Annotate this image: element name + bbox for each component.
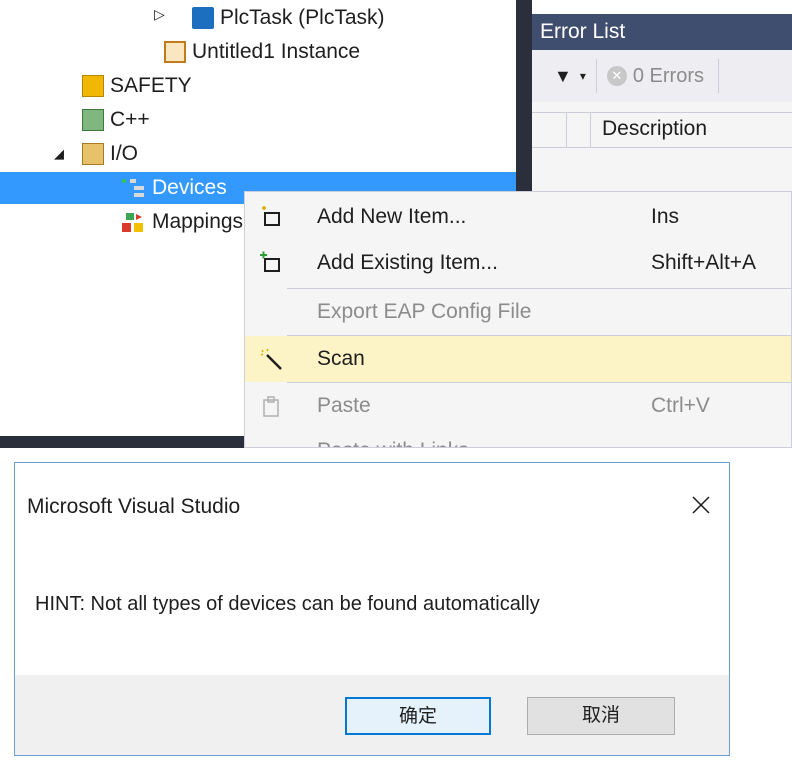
add-existing-item-icon [259, 251, 283, 275]
error-list-header: Description [532, 112, 792, 148]
menu-item-scan[interactable]: Scan [245, 336, 791, 382]
instance-icon [164, 41, 186, 63]
menu-item-export-eap-config-file[interactable]: Export EAP Config File [245, 289, 791, 335]
scan-wand-icon [259, 347, 283, 371]
cancel-button[interactable]: 取消 [527, 697, 675, 735]
menu-item-shortcut: Ctrl+V [651, 394, 710, 417]
tree-item-label: Devices [152, 176, 227, 199]
task-icon [192, 7, 214, 29]
tree-item-io[interactable]: ◢ I/O [54, 138, 138, 170]
menu-item-label: Add Existing Item... [317, 251, 498, 274]
toolbar-divider [717, 59, 719, 93]
io-icon [82, 143, 104, 165]
cpp-icon [82, 109, 104, 131]
panel-border [0, 436, 245, 448]
error-list-toolbar: ▼ ▾ ✕ 0 Errors [532, 50, 792, 102]
filter-icon[interactable]: ▼ [554, 66, 572, 87]
devices-icon [120, 177, 146, 199]
tree-item-plctask[interactable]: ▷ PlcTask (PlcTask) [152, 2, 385, 34]
menu-item-paste[interactable]: Paste Ctrl+V [245, 383, 791, 429]
tree-item-label: C++ [110, 108, 150, 131]
menu-item-shortcut: Ins [651, 205, 680, 228]
context-menu: Add New Item... Ins Add Existing Item...… [244, 191, 792, 448]
tree-item-mappings[interactable]: Mappings [120, 206, 243, 238]
error-list-title: Error List [532, 14, 792, 50]
tree-item-devices[interactable]: Devices [120, 172, 227, 204]
dialog-button-bar: 确定 取消 [15, 675, 729, 755]
menu-item-label: Paste with Links [317, 439, 469, 447]
menu-item-label: Export EAP Config File [317, 300, 532, 323]
error-list-panel: Error List ▼ ▾ ✕ 0 Errors Description [532, 14, 792, 194]
column-divider[interactable] [566, 113, 567, 147]
menu-item-label: Add New Item... [317, 205, 467, 228]
collapsed-arrow-icon[interactable]: ▷ [154, 6, 165, 23]
tree-item-label: I/O [110, 142, 139, 165]
tree-item-label: Mappings [152, 210, 244, 233]
close-icon[interactable] [687, 491, 715, 519]
errors-count-label: 0 Errors [632, 64, 704, 87]
tree-item-cpp[interactable]: C++ [82, 104, 150, 136]
paste-icon [259, 394, 283, 418]
column-divider[interactable] [590, 113, 591, 147]
menu-item-shortcut: Shift+Alt+A [651, 251, 757, 274]
tree-item-label: Untitled1 Instance [192, 40, 361, 63]
menu-item-add-existing-item[interactable]: Add Existing Item... Shift+Alt+A [245, 240, 791, 286]
dialog-title: Microsoft Visual Studio [27, 495, 241, 518]
menu-item-label: Scan [317, 347, 365, 370]
menu-item-paste-with-links[interactable]: Paste with Links [245, 428, 791, 447]
expanded-arrow-icon[interactable]: ◢ [54, 146, 82, 162]
safety-icon [82, 75, 104, 97]
error-circle-icon: ✕ [606, 66, 627, 86]
panel-splitter[interactable] [516, 0, 532, 200]
column-header-description[interactable]: Description [602, 117, 707, 141]
ok-button[interactable]: 确定 [345, 697, 491, 735]
message-dialog: Microsoft Visual Studio HINT: Not all ty… [14, 462, 730, 756]
tree-item-label: SAFETY [110, 74, 192, 97]
tree-item-safety[interactable]: SAFETY [82, 70, 192, 102]
tree-item-untitled1-instance[interactable]: Untitled1 Instance [164, 36, 360, 68]
add-new-item-icon [259, 205, 283, 229]
toolbar-divider [595, 59, 597, 93]
mappings-icon [120, 211, 146, 233]
dropdown-arrow-icon[interactable]: ▾ [580, 69, 586, 83]
ide-screenshot-region: ▷ PlcTask (PlcTask) Untitled1 Instance S… [0, 0, 792, 448]
menu-item-add-new-item[interactable]: Add New Item... Ins [245, 194, 791, 240]
tree-item-label: PlcTask (PlcTask) [220, 6, 385, 29]
errors-filter-button[interactable]: ✕ 0 Errors [606, 64, 704, 88]
menu-item-label: Paste [317, 394, 371, 417]
dialog-message: HINT: Not all types of devices can be fo… [35, 593, 540, 615]
